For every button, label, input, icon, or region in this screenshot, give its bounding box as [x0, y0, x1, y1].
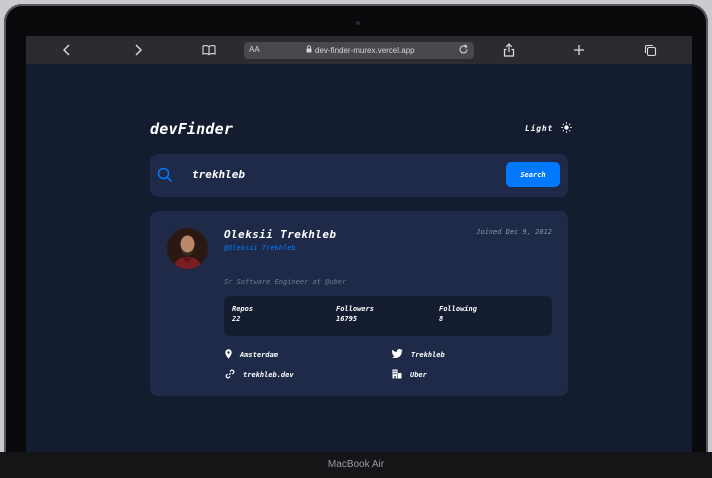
stat-label: Following [439, 305, 477, 313]
website-link[interactable]: trekhleb.dev [225, 369, 294, 381]
reader-icon[interactable] [197, 36, 221, 64]
sun-icon [561, 122, 572, 135]
search-icon [157, 167, 173, 187]
stat-value: 16795 [336, 315, 358, 323]
reload-icon[interactable] [458, 44, 469, 57]
profile-name: Oleksii Trekhleb [224, 228, 337, 241]
twitter-icon [391, 349, 403, 360]
text-size-button[interactable]: AA [249, 45, 260, 54]
url-text: dev-finder-murex.vercel.app [315, 45, 415, 55]
profile-handle[interactable]: @Oleksii Trekhleb [224, 244, 296, 252]
theme-toggle[interactable]: Light [525, 122, 572, 135]
lock-icon [306, 45, 312, 55]
profile-bio: Sr Software Engineer at @uber [224, 278, 347, 286]
theme-label: Light [525, 124, 554, 133]
tabs-icon[interactable] [638, 36, 662, 64]
link-icon [225, 369, 235, 381]
app-logo: devFinder [150, 120, 234, 138]
stat-label: Followers [336, 305, 374, 313]
stat-repos: Repos 22 [232, 305, 253, 323]
profile-card: Oleksii Trekhleb @Oleksii Trekhleb Joine… [150, 211, 568, 396]
stat-value: 8 [439, 315, 444, 323]
stat-followers: Followers 16795 [336, 305, 374, 323]
stat-following: Following 8 [439, 305, 477, 323]
company-text: Uber [410, 371, 427, 379]
search-input[interactable]: trekhleb [192, 168, 492, 181]
avatar [167, 228, 208, 269]
stat-value: 22 [232, 315, 241, 323]
search-bar: trekhleb Search [150, 154, 568, 197]
share-icon[interactable] [497, 36, 521, 64]
screen: AA dev-finder-murex.vercel.app devFinder… [26, 36, 692, 452]
twitter-link[interactable]: Trekhleb [391, 349, 445, 360]
camera [356, 21, 360, 25]
company-link: Uber [392, 369, 427, 381]
building-icon [392, 369, 402, 381]
browser-toolbar: AA dev-finder-murex.vercel.app [26, 36, 692, 64]
location-text: Amsterdam [240, 351, 278, 359]
stats-panel: Repos 22 Followers 16795 Following 8 [224, 296, 552, 336]
website-text: trekhleb.dev [243, 371, 294, 379]
location-pin-icon [225, 349, 232, 361]
device-label: MacBook Air [327, 459, 385, 470]
stat-label: Repos [232, 305, 254, 313]
back-icon[interactable] [55, 36, 79, 64]
twitter-text: Trekhleb [411, 350, 445, 359]
location-link: Amsterdam [225, 349, 278, 361]
forward-icon[interactable] [126, 36, 150, 64]
new-tab-icon[interactable] [567, 36, 591, 64]
laptop-frame: AA dev-finder-murex.vercel.app devFinder… [4, 4, 708, 478]
joined-date: Joined Dec 9, 2012 [476, 228, 552, 236]
address-bar[interactable]: AA dev-finder-murex.vercel.app [244, 42, 474, 59]
search-button[interactable]: Search [506, 162, 560, 187]
